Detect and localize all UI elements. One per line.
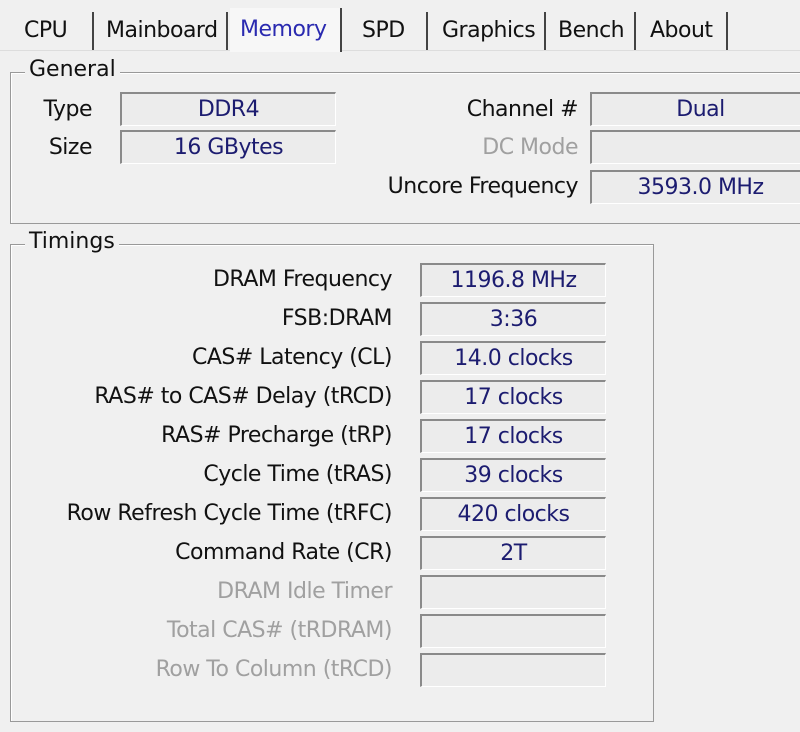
tab-about[interactable]: About [640,12,728,50]
size-label: Size [48,135,93,160]
cycle-time-tras-field: 39 clocks [420,458,606,492]
tab-mainboard[interactable]: Mainboard [96,12,228,50]
tab-spd[interactable]: SPD [344,12,428,50]
general-title: General [25,57,120,82]
dc-mode-field [590,130,800,164]
tab-cpu[interactable]: CPU [14,12,94,50]
fsb-dram-field: 3:36 [420,302,606,336]
dram-frequency-field: 1196.8 MHz [420,263,606,297]
fsb-dram-label: FSB:DRAM [281,306,393,331]
ras-to-cas-delay-trcd-label: RAS# to CAS# Delay (tRCD) [94,384,392,409]
tab-bar-line [0,50,800,51]
channel-field: Dual [590,92,800,126]
timings-title: Timings [25,229,119,254]
cas-latency-cl-field: 14.0 clocks [420,341,606,375]
row-to-column-trcd-field [420,653,606,687]
total-cas-trdram-label: Total CAS# (tRDRAM) [166,618,393,643]
channel-label: Channel # [466,97,579,122]
dram-idle-timer-label: DRAM Idle Timer [217,579,392,604]
command-rate-cr-label: Command Rate (CR) [175,540,392,565]
row-refresh-cycle-time-trfc-label: Row Refresh Cycle Time (tRFC) [66,501,393,526]
uncore-frequency-label: Uncore Frequency [387,174,579,199]
type-field: DDR4 [120,92,336,126]
dram-idle-timer-field [420,575,606,609]
dc-mode-label: DC Mode [482,135,578,160]
tab-bench[interactable]: Bench [548,12,636,50]
ras-precharge-trp-label: RAS# Precharge (tRP) [161,423,392,448]
total-cas-trdram-field [420,614,606,648]
row-refresh-cycle-time-trfc-field: 420 clocks [420,497,606,531]
command-rate-cr-field: 2T [420,536,606,570]
row-to-column-trcd-label: Row To Column (tRCD) [155,657,393,682]
size-field: 16 GBytes [120,130,336,164]
type-label: Type [43,97,92,122]
ras-precharge-trp-field: 17 clocks [420,419,606,453]
ras-to-cas-delay-trcd-field: 17 clocks [420,380,606,414]
tab-graphics[interactable]: Graphics [432,12,546,50]
cas-latency-cl-label: CAS# Latency (CL) [191,345,393,370]
tab-memory[interactable]: Memory [230,8,342,52]
cycle-time-tras-label: Cycle Time (tRAS) [203,462,392,487]
dram-frequency-label: DRAM Frequency [212,267,393,292]
uncore-frequency-field: 3593.0 MHz [590,170,800,204]
